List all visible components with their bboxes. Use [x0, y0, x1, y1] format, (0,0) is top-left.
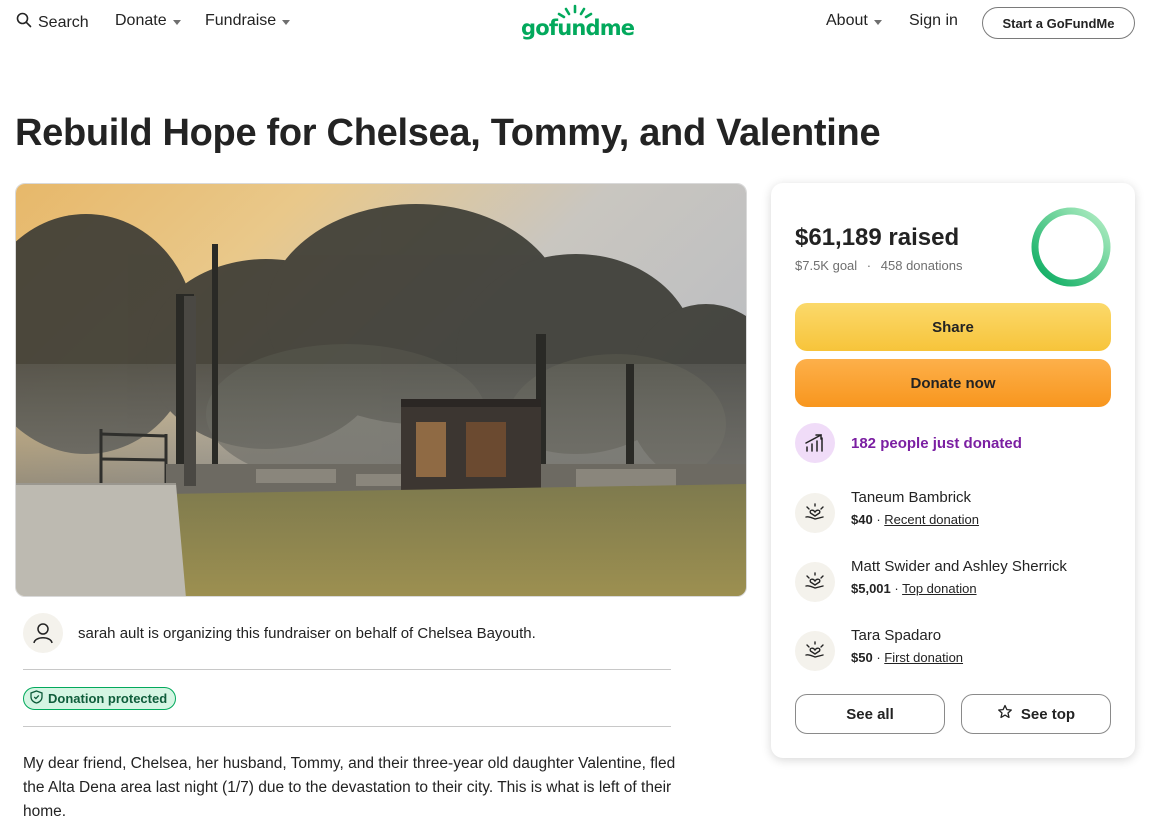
- donor-amount: $40: [851, 512, 873, 527]
- nav-about-label: About: [826, 12, 868, 29]
- nav-signin-label: Sign in: [909, 12, 958, 29]
- donation-count: 458 donations: [880, 258, 963, 273]
- donor-tag-link[interactable]: Top donation: [902, 581, 976, 596]
- campaign-title: Rebuild Hope for Chelsea, Tommy, and Val…: [15, 112, 881, 154]
- protected-label: Donation protected: [48, 691, 168, 706]
- user-icon: [23, 613, 63, 653]
- divider: [23, 669, 671, 670]
- nav-search[interactable]: Search: [16, 12, 89, 33]
- donation-card: $61,189 raised $7.5K goal · 458 donation…: [771, 183, 1135, 758]
- momentum-text: 182 people just donated: [851, 434, 1022, 452]
- donor-amount: $5,001: [851, 581, 891, 596]
- star-icon: [997, 704, 1013, 724]
- see-all-button[interactable]: See all: [795, 694, 945, 734]
- goal-and-donations: $7.5K goal · 458 donations: [795, 258, 962, 273]
- goal-text: $7.5K goal: [795, 258, 858, 273]
- donor-meta: $50 · First donation: [851, 650, 963, 665]
- caret-down-icon: [282, 19, 291, 25]
- shield-icon: [30, 690, 43, 707]
- logo-wordmark: gofundme: [521, 16, 635, 40]
- donor-name: Tara Spadaro: [851, 627, 942, 644]
- organizer-row: sarah ault is organizing this fundraiser…: [23, 613, 671, 653]
- donor-sep: ·: [872, 512, 885, 527]
- search-icon: [16, 12, 32, 33]
- donor-tag-link[interactable]: Recent donation: [884, 512, 979, 527]
- burned-house-photo: [16, 184, 746, 596]
- donor-amount: $50: [851, 650, 873, 665]
- caret-down-icon: [873, 19, 882, 25]
- nav-fundraise-label: Fundraise: [205, 12, 277, 29]
- see-all-label: See all: [846, 705, 894, 723]
- heart-hand-icon: [795, 562, 835, 602]
- trending-up-icon: [795, 423, 835, 463]
- donation-protected-badge[interactable]: Donation protected: [23, 687, 177, 710]
- gofundme-logo[interactable]: gofundme: [519, 4, 635, 44]
- organizer-text: sarah ault is organizing this fundraiser…: [78, 624, 536, 642]
- donor-sep: ·: [890, 581, 903, 596]
- donor-name: Taneum Bambrick: [851, 489, 972, 506]
- donor-meta: $5,001 · Top donation: [851, 581, 977, 596]
- donor-meta: $40 · Recent donation: [851, 512, 979, 527]
- divider: [23, 726, 671, 727]
- nav-donate-label: Donate: [115, 12, 167, 29]
- nav-search-label: Search: [38, 13, 89, 31]
- donor-tag-link[interactable]: First donation: [884, 650, 963, 665]
- top-nav: Search Donate Fundraise gofundme About S…: [0, 0, 1164, 46]
- campaign-hero-image: [15, 183, 747, 597]
- recent-momentum: 182 people just donated: [795, 423, 1022, 463]
- see-top-button[interactable]: See top: [961, 694, 1111, 734]
- nav-about-menu[interactable]: About: [826, 12, 882, 30]
- nav-fundraise-menu[interactable]: Fundraise: [205, 12, 291, 30]
- nav-donate-menu[interactable]: Donate: [115, 12, 181, 30]
- nav-signin-link[interactable]: Sign in: [909, 12, 958, 30]
- donor-name: Matt Swider and Ashley Sherrick: [851, 558, 1067, 575]
- see-top-label: See top: [1020, 705, 1076, 723]
- campaign-story: My dear friend, Chelsea, her husband, To…: [23, 755, 676, 820]
- start-gofundme-button[interactable]: Start a GoFundMe: [982, 7, 1135, 39]
- progress-ring: [1031, 207, 1111, 287]
- heart-hand-icon: [795, 631, 835, 671]
- amount-raised: $61,189 raised: [795, 224, 960, 251]
- donor-sep: ·: [872, 650, 885, 665]
- donate-now-button[interactable]: Donate now: [795, 359, 1111, 407]
- progress-ring-fill: [1031, 207, 1111, 287]
- caret-down-icon: [172, 19, 181, 25]
- share-button[interactable]: Share: [795, 303, 1111, 351]
- heart-hand-icon: [795, 493, 835, 533]
- meta-separator: ·: [866, 258, 872, 273]
